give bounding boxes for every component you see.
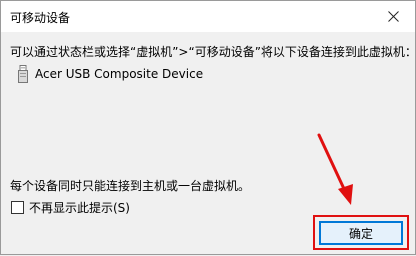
- dialog-window: 可移动设备 可以通过状态栏或选择“虚拟机”>“可移动设备”将以下设备连接到此虚拟…: [0, 0, 416, 255]
- annotation-arrow: [317, 133, 353, 205]
